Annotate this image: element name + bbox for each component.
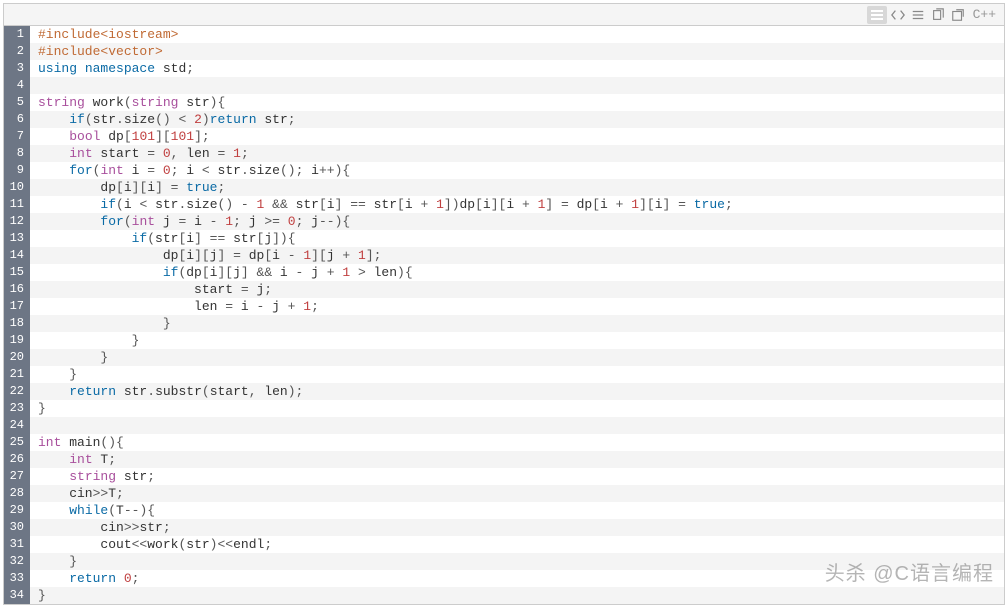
language-label: C++ [973,7,996,22]
code-line: } [30,366,1004,383]
line-number: 1 [4,26,30,43]
code-editor: C++ 123456789101112131415161718192021222… [3,3,1005,605]
code-line: start = j; [30,281,1004,298]
line-number: 33 [4,570,30,587]
code-line: while(T--){ [30,502,1004,519]
code-line: int T; [30,451,1004,468]
code-line: for(int i = 0; i < str.size(); i++){ [30,162,1004,179]
code-line: if(dp[i][j] && i - j + 1 > len){ [30,264,1004,281]
line-number: 20 [4,349,30,366]
code-line: if(str[i] == str[j]){ [30,230,1004,247]
line-number: 17 [4,298,30,315]
popout-icon[interactable] [949,6,967,24]
line-number: 14 [4,247,30,264]
code-line: for(int j = i - 1; j >= 0; j--){ [30,213,1004,230]
line-number: 21 [4,366,30,383]
line-number: 18 [4,315,30,332]
code-line: #include<iostream> [30,26,1004,43]
line-number: 12 [4,213,30,230]
line-number: 4 [4,77,30,94]
line-number: 8 [4,145,30,162]
line-number: 31 [4,536,30,553]
code-icon[interactable] [889,6,907,24]
line-number: 34 [4,587,30,604]
code-line: len = i - j + 1; [30,298,1004,315]
line-number: 2 [4,43,30,60]
line-number: 22 [4,383,30,400]
line-number: 16 [4,281,30,298]
line-number-gutter: 1234567891011121314151617181920212223242… [4,26,30,604]
line-number: 19 [4,332,30,349]
code-line: if(i < str.size() - 1 && str[i] == str[i… [30,196,1004,213]
code-line: cin>>T; [30,485,1004,502]
code-line: using namespace std; [30,60,1004,77]
line-number: 6 [4,111,30,128]
line-number: 24 [4,417,30,434]
code-line: #include<vector> [30,43,1004,60]
line-number: 9 [4,162,30,179]
editor-toolbar: C++ [4,4,1004,26]
copy-icon[interactable] [929,6,947,24]
line-number: 23 [4,400,30,417]
line-number: 25 [4,434,30,451]
code-line: cin>>str; [30,519,1004,536]
menu-icon[interactable] [867,6,887,24]
code-line: dp[i][i] = true; [30,179,1004,196]
code-line: string str; [30,468,1004,485]
line-number: 13 [4,230,30,247]
code-line [30,417,1004,434]
code-line [30,77,1004,94]
code-line: } [30,587,1004,604]
code-line: } [30,400,1004,417]
line-number: 29 [4,502,30,519]
code-line: } [30,315,1004,332]
code-line: return 0; [30,570,1004,587]
line-number: 5 [4,94,30,111]
code-line: bool dp[101][101]; [30,128,1004,145]
line-number: 3 [4,60,30,77]
line-number: 11 [4,196,30,213]
line-number: 26 [4,451,30,468]
line-number: 30 [4,519,30,536]
code-line: int start = 0, len = 1; [30,145,1004,162]
code-line: } [30,332,1004,349]
code-area: 1234567891011121314151617181920212223242… [4,26,1004,604]
code-line: int main(){ [30,434,1004,451]
list-icon[interactable] [909,6,927,24]
code-line: } [30,349,1004,366]
code-line: string work(string str){ [30,94,1004,111]
line-number: 15 [4,264,30,281]
line-number: 7 [4,128,30,145]
code-line: dp[i][j] = dp[i - 1][j + 1]; [30,247,1004,264]
line-number: 28 [4,485,30,502]
line-number: 32 [4,553,30,570]
code-line: cout<<work(str)<<endl; [30,536,1004,553]
code-line: } [30,553,1004,570]
line-number: 27 [4,468,30,485]
code-line: return str.substr(start, len); [30,383,1004,400]
line-number: 10 [4,179,30,196]
code-line: if(str.size() < 2)return str; [30,111,1004,128]
code-content[interactable]: #include<iostream>#include<vector>using … [30,26,1004,604]
